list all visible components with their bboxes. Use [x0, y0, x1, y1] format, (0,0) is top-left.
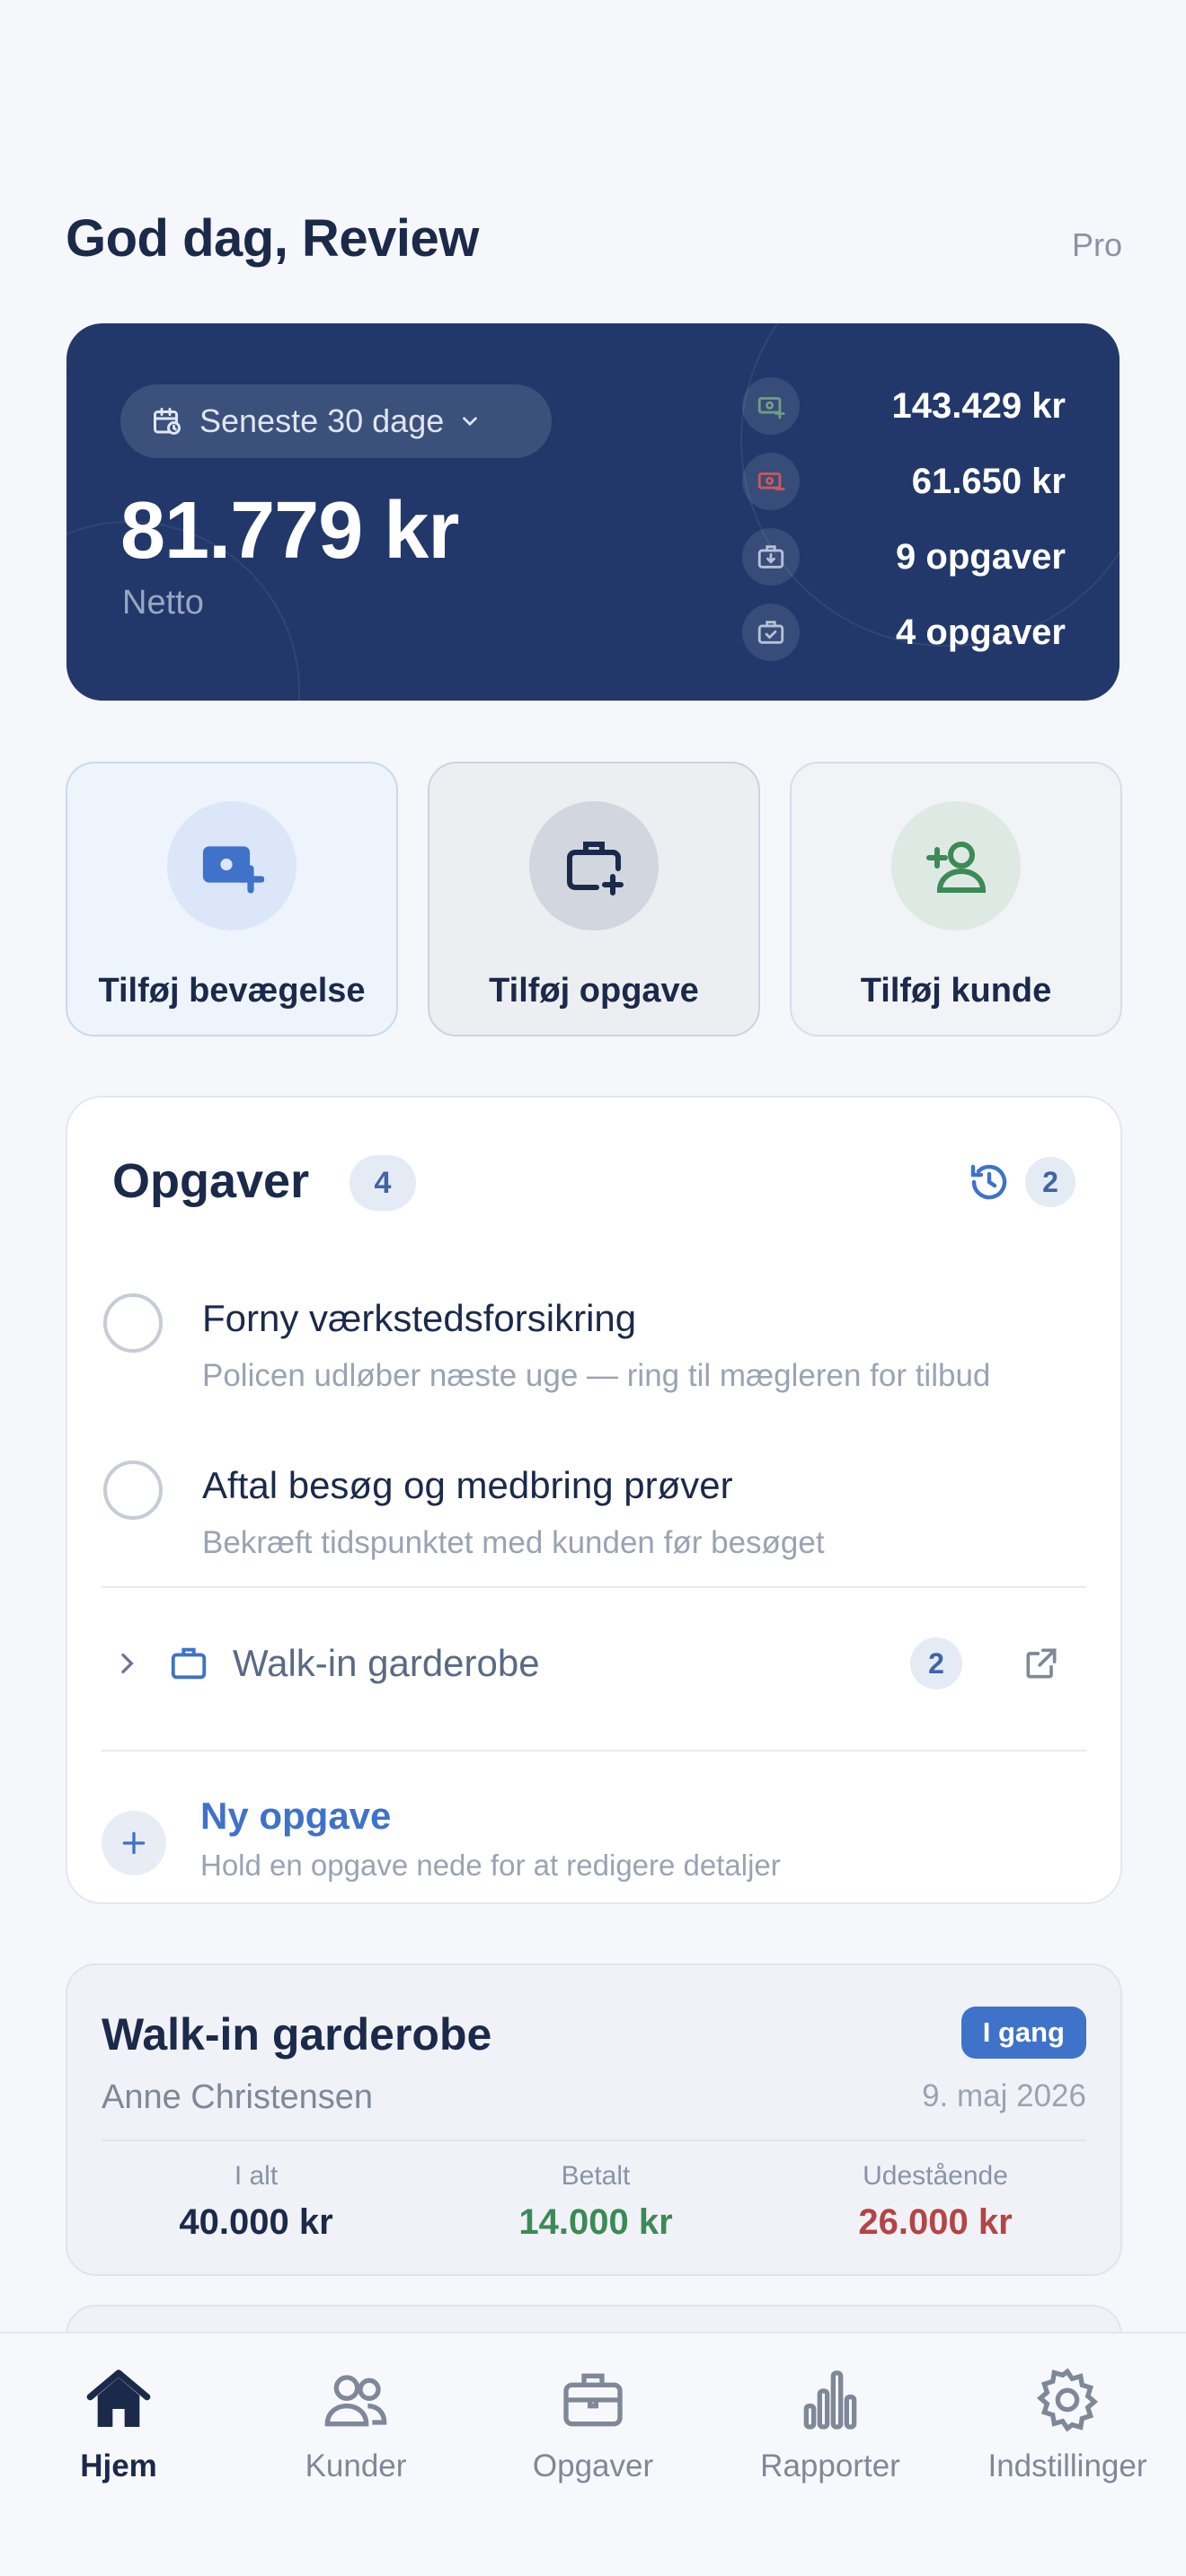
money-plus-icon	[202, 846, 264, 894]
job-customer: Anne Christensen	[102, 2078, 374, 2116]
task-item[interactable]: Aftal besøg og medbring prøver Bekræft t…	[103, 1450, 1088, 1593]
users-icon	[324, 2375, 387, 2427]
greeting-title: God dag, Review	[66, 209, 479, 268]
job-card[interactable]: Walk-in garderobe I gang Anne Christense…	[66, 1963, 1122, 2276]
total-label: I alt	[234, 2161, 279, 2191]
history-count-badge: 2	[1025, 1157, 1075, 1207]
briefcase-icon	[563, 2373, 623, 2427]
add-transaction-button[interactable]: Tilføj bevægelse	[66, 762, 398, 1037]
stat-expense: 61.650 kr	[742, 444, 1066, 519]
job-title: Walk-in garderobe	[102, 2009, 492, 2060]
paid-value: 14.000 kr	[518, 2202, 673, 2242]
divider	[102, 1586, 1086, 1588]
period-label: Seneste 30 dage	[199, 402, 445, 439]
task-description: Bekræft tidspunktet med kunden før besøg…	[202, 1525, 825, 1560]
tab-label: Rapporter	[760, 2448, 900, 2483]
job-task-group[interactable]: Walk-in garderobe 2	[112, 1619, 1079, 1708]
user-plus-icon	[926, 842, 987, 893]
action-label: Tilføj bevægelse	[98, 972, 366, 1010]
plan-badge[interactable]: Pro	[1072, 226, 1122, 264]
paid-label: Betalt	[561, 2161, 631, 2191]
tasks-card: Opgaver 4 2 Forny værkstedsforsikring Po…	[66, 1096, 1122, 1904]
tab-settings[interactable]: Indstillinger	[949, 2351, 1186, 2531]
task-item[interactable]: Forny værkstedsforsikring Policen udløbe…	[103, 1283, 1088, 1426]
task-checkbox[interactable]	[103, 1293, 163, 1353]
add-job-button[interactable]: Tilføj opgave	[428, 762, 760, 1037]
tab-label: Hjem	[80, 2448, 157, 2483]
task-description: Policen udløber næste uge — ring til mæg…	[202, 1358, 991, 1393]
history-icon	[970, 1164, 1007, 1200]
calendar-clock-icon	[154, 408, 181, 435]
tab-jobs[interactable]: Opgaver	[474, 2351, 712, 2531]
new-task-button[interactable]: Ny opgave Hold en opgave nede for at red…	[102, 1782, 1090, 1882]
task-history-button[interactable]: 2	[968, 1157, 1075, 1207]
tasks-count-badge: 4	[350, 1155, 416, 1211]
income-icon	[742, 377, 800, 435]
job-group-title: Walk-in garderobe	[233, 1642, 540, 1684]
home-icon	[86, 2369, 151, 2427]
new-task-label: Ny opgave	[200, 1795, 392, 1837]
add-customer-button[interactable]: Tilføj kunde	[790, 762, 1122, 1037]
tab-home[interactable]: Hjem	[0, 2351, 237, 2531]
divider	[102, 1750, 1086, 1751]
open-external-icon[interactable]	[1022, 1644, 1061, 1683]
stat-value: 9 opgaver	[896, 536, 1066, 577]
job-outstanding: Udestående 26.000 kr	[783, 2161, 1088, 2243]
tab-label: Opgaver	[532, 2448, 654, 2483]
tab-reports[interactable]: Rapporter	[712, 2351, 949, 2531]
outstanding-label: Udestående	[863, 2161, 1008, 2191]
briefcase-check-icon	[742, 604, 800, 661]
period-selector[interactable]: Seneste 30 dage	[120, 384, 552, 458]
task-title: Aftal besøg og medbring prøver	[202, 1464, 733, 1506]
chevron-right-icon[interactable]	[112, 1649, 141, 1678]
job-total: I alt 40.000 kr	[103, 2161, 409, 2243]
job-paid: Betalt 14.000 kr	[443, 2161, 748, 2243]
stat-value: 143.429 kr	[891, 385, 1066, 426]
net-value: 81.779 kr	[120, 486, 459, 576]
outstanding-value: 26.000 kr	[858, 2202, 1013, 2242]
gear-icon	[1036, 2368, 1099, 2432]
expense-icon	[742, 453, 800, 510]
summary-stats: 143.429 kr 61.650 kr 9 opgaver 4 opgaver	[742, 368, 1066, 670]
action-label: Tilføj opgave	[489, 972, 699, 1010]
bar-chart-icon	[803, 2370, 857, 2430]
stat-value: 4 opgaver	[896, 612, 1066, 652]
stat-completed: 4 opgaver	[742, 595, 1066, 670]
tab-bar: Hjem Kunder Opgaver Rapporter Indstillin…	[0, 2332, 1186, 2576]
briefcase-icon	[171, 1647, 207, 1680]
briefcase-plus-icon	[567, 842, 624, 895]
tab-customers[interactable]: Kunder	[237, 2351, 474, 2531]
tasks-title: Opgaver	[112, 1154, 310, 1208]
stat-value: 61.650 kr	[911, 461, 1066, 501]
stat-income: 143.429 kr	[742, 368, 1066, 444]
tab-label: Kunder	[305, 2448, 407, 2483]
status-badge: I gang	[960, 2007, 1086, 2059]
new-task-hint: Hold en opgave nede for at redigere deta…	[200, 1848, 781, 1882]
briefcase-download-icon	[742, 528, 800, 586]
quick-actions: Tilføj bevægelse Tilføj opgave Tilføj ku…	[66, 762, 1122, 1037]
action-label: Tilføj kunde	[860, 972, 1052, 1010]
stat-jobs: 9 opgaver	[742, 519, 1066, 595]
job-date: 9. maj 2026	[922, 2078, 1086, 2113]
plus-icon[interactable]	[102, 1811, 166, 1875]
tab-label: Indstillinger	[987, 2448, 1147, 2483]
summary-card: Seneste 30 dage 81.779 kr Netto 143.429 …	[66, 323, 1120, 701]
header: God dag, Review Pro	[66, 208, 1122, 280]
task-title: Forny værkstedsforsikring	[202, 1297, 637, 1339]
job-group-count-badge: 2	[910, 1637, 962, 1689]
chevron-down-icon	[463, 417, 478, 427]
task-checkbox[interactable]	[103, 1460, 163, 1520]
divider	[102, 2139, 1086, 2141]
net-label: Netto	[122, 584, 204, 622]
total-value: 40.000 kr	[179, 2202, 333, 2242]
